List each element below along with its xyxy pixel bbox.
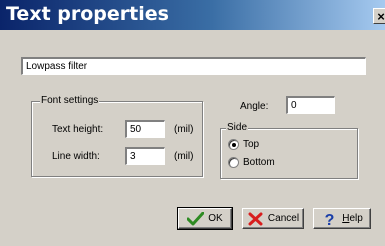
side-bottom-label[interactable]: Bottom — [243, 157, 275, 169]
text-height-input[interactable]: 50 — [125, 120, 165, 138]
side-top-label[interactable]: Top — [243, 139, 259, 151]
line-width-input[interactable]: 3 — [125, 147, 165, 165]
side-bottom-radio[interactable] — [228, 157, 239, 168]
checkmark-icon — [187, 211, 205, 225]
cancel-label: Cancel — [267, 213, 300, 224]
cross-icon — [248, 212, 263, 225]
radio-selected-dot — [232, 143, 236, 147]
help-label: Help — [342, 213, 363, 224]
text-height-unit: (mil) — [174, 124, 194, 135]
question-icon: ? — [325, 212, 335, 226]
title-bar[interactable]: Text properties — [0, 0, 385, 30]
text-properties-dialog: Text properties × Lowpass filter Font se… — [0, 0, 385, 246]
side-label: Side — [226, 122, 249, 134]
angle-label: Angle: — [240, 101, 269, 112]
side-group — [220, 128, 358, 179]
cancel-button[interactable]: Cancel — [242, 208, 304, 229]
angle-input[interactable]: 0 — [286, 96, 335, 114]
text-input[interactable]: Lowpass filter — [21, 57, 366, 75]
font-settings-label: Font settings — [40, 95, 100, 107]
ok-label: OK — [208, 213, 223, 224]
svg-text:?: ? — [325, 212, 335, 226]
side-top-radio[interactable] — [228, 139, 239, 150]
ok-button[interactable]: OK — [177, 207, 233, 230]
help-button[interactable]: ? Help — [313, 208, 371, 229]
line-width-unit: (mil) — [174, 151, 194, 162]
font-settings-group — [31, 101, 203, 177]
close-button[interactable]: × — [373, 8, 385, 24]
line-width-label: Line width: — [52, 151, 100, 162]
dialog-title: Text properties — [6, 3, 169, 25]
text-height-label: Text height: — [52, 124, 104, 135]
